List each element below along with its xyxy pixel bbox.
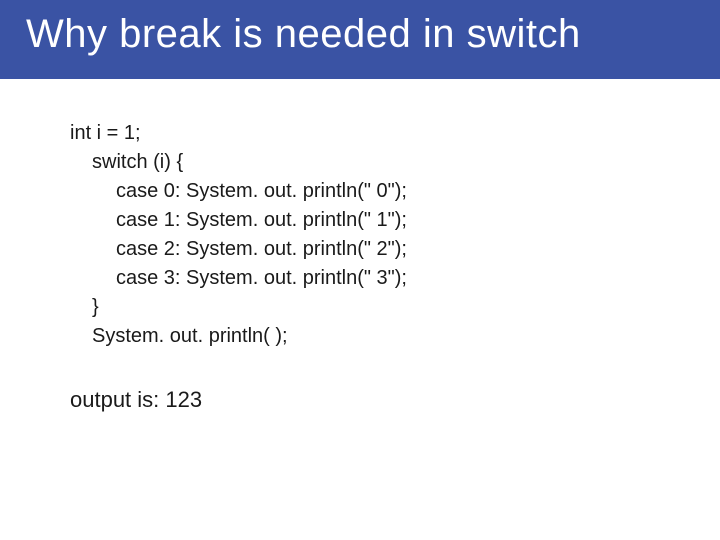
code-line: switch (i) { (70, 148, 660, 177)
code-line: case 3: System. out. println(" 3"); (70, 264, 660, 293)
code-block: int i = 1; switch (i) { case 0: System. … (70, 119, 660, 351)
output-text: output is: 123 (70, 387, 660, 413)
slide-title: Why break is needed in switch (26, 12, 581, 56)
code-line: case 2: System. out. println(" 2"); (70, 235, 660, 264)
code-line: case 1: System. out. println(" 1"); (70, 206, 660, 235)
code-line: int i = 1; (70, 119, 660, 148)
code-line: System. out. println( ); (70, 322, 660, 351)
code-line: } (70, 293, 660, 322)
slide-title-bar: Why break is needed in switch (0, 0, 720, 79)
code-line: case 0: System. out. println(" 0"); (70, 177, 660, 206)
slide-content: int i = 1; switch (i) { case 0: System. … (0, 79, 720, 413)
